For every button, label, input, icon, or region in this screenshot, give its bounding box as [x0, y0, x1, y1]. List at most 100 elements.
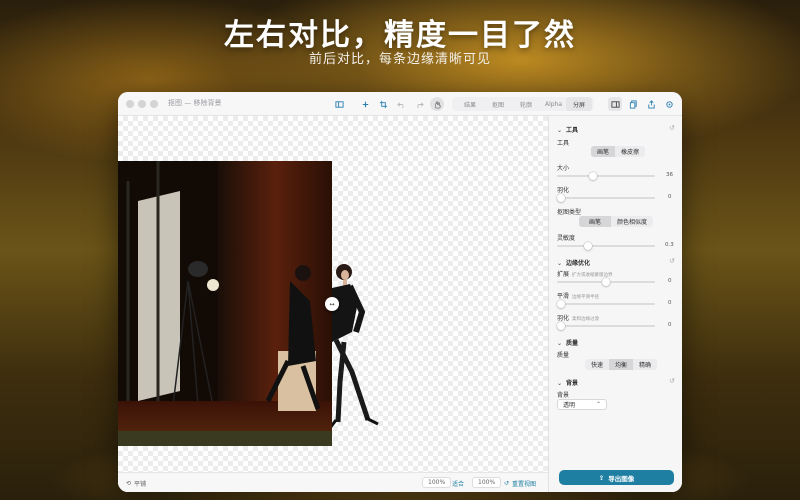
edge-section-header[interactable]: ⌄ 边缘优化	[557, 258, 590, 267]
sidebar-toggle-button[interactable]	[332, 97, 346, 111]
quality-balanced-option[interactable]: 均衡	[609, 359, 634, 370]
quality-section-header[interactable]: ⌄ 质量	[557, 338, 578, 347]
hero-subtitle: 前后对比，每条边缘清晰可见	[308, 52, 491, 67]
minimize-window-button[interactable]	[138, 100, 146, 108]
quality-fast-option[interactable]: 快速	[585, 359, 609, 370]
tile-toggle[interactable]: ⟲ 平铺	[126, 477, 146, 489]
expand-slider-knob[interactable]	[602, 278, 610, 286]
window-title: 抠图 — 移除背景	[168, 99, 222, 107]
tools-section-header[interactable]: ⌄ 工具	[557, 125, 578, 134]
tool-brush-option[interactable]: 画笔	[591, 146, 616, 157]
quality-label: 质量	[557, 352, 570, 359]
tolerance-slider-knob[interactable]	[584, 242, 592, 250]
reset-view-label: 重置视图	[512, 480, 537, 488]
smooth-slider-knob[interactable]	[557, 300, 565, 308]
matte-color-option[interactable]: 颜色相似度	[611, 216, 653, 227]
background-select-value: 透明	[563, 402, 576, 409]
image-canvas[interactable]: ↔	[118, 116, 548, 492]
tool-segmented: 画笔 橡皮擦	[591, 146, 646, 157]
copy-icon	[629, 99, 637, 109]
undo-button[interactable]	[394, 97, 408, 111]
zoom-left-field[interactable]: 100%	[422, 477, 452, 488]
feather-slider[interactable]	[557, 194, 655, 202]
quality-precise-option[interactable]: 精确	[633, 359, 657, 370]
size-slider[interactable]	[557, 172, 655, 180]
app-window: 抠图 — 移除背景 结果 抠图 轮廓 Alpha 分屏 ↔ ⟲ 平铺 100% …	[118, 92, 682, 492]
settings-button[interactable]	[662, 97, 676, 111]
undo-icon	[396, 101, 404, 108]
chevron-down-icon: ⌄	[557, 127, 563, 134]
tab-outline[interactable]: 轮廓	[516, 97, 536, 111]
edge-feather-slider[interactable]	[557, 322, 655, 330]
tolerance-value: 0.3	[665, 242, 674, 248]
smooth-slider[interactable]	[557, 300, 655, 308]
feather-label: 羽化	[557, 187, 570, 194]
close-window-button[interactable]	[126, 100, 134, 108]
expand-slider[interactable]	[557, 278, 655, 286]
export-icon: ⇪	[598, 473, 605, 482]
fit-button[interactable]: 适合	[452, 477, 464, 489]
tile-icon: ⟲	[126, 479, 132, 487]
view-mode-tabs: 结果 抠图 轮廓 Alpha 分屏	[452, 97, 594, 111]
tolerance-label: 灵敏度	[557, 235, 576, 242]
export-image-button[interactable]: ⇪ 导出图像	[559, 470, 674, 485]
background-section-header[interactable]: ⌄ 背景	[557, 378, 578, 387]
zoom-right-field[interactable]: 100%	[472, 477, 502, 488]
sidebar-icon	[334, 100, 344, 108]
inspector-panel: ⌄ 工具 ↺ 工具 画笔 橡皮擦 大小 36 羽化 0 抠图类型 画笔 颜色相似度…	[548, 116, 682, 492]
background-reset-icon[interactable]: ↺	[669, 377, 677, 385]
chevron-down-icon: ⌄	[557, 380, 563, 387]
matte-brush-option[interactable]: 画笔	[579, 216, 612, 227]
tool-label: 工具	[557, 140, 570, 147]
add-icon	[362, 101, 368, 107]
layout-button[interactable]	[608, 97, 622, 111]
add-button[interactable]	[358, 97, 372, 111]
edge-feather-label: 羽化 柔和边缘过渡	[557, 315, 600, 322]
split-divider-handle[interactable]: ↔	[325, 297, 339, 311]
share-icon	[647, 99, 655, 109]
zoom-window-button[interactable]	[150, 100, 158, 108]
size-label: 大小	[557, 165, 570, 172]
size-value: 36	[666, 172, 673, 178]
redo-button[interactable]	[412, 97, 426, 111]
title-bar: 抠图 — 移除背景 结果 抠图 轮廓 Alpha 分屏	[118, 92, 682, 116]
crop-icon	[379, 100, 387, 108]
background-label: 背景	[557, 392, 570, 399]
reset-view-button[interactable]: ↺ 重置视图	[504, 477, 536, 489]
tab-split[interactable]: 分屏	[566, 97, 592, 111]
tools-reset-icon[interactable]: ↺	[669, 124, 677, 132]
expand-label: 扩展 扩大或收缩蒙版边界	[557, 271, 613, 278]
redo-icon	[416, 101, 424, 108]
size-slider-knob[interactable]	[588, 172, 597, 180]
feather-slider-knob[interactable]	[557, 194, 565, 202]
chevron-down-icon: ⌄	[557, 340, 563, 347]
edge-reset-icon[interactable]: ↺	[669, 257, 677, 265]
matte-type-label: 抠图类型	[557, 209, 582, 216]
smooth-label: 平滑 边缘平滑半径	[557, 293, 600, 300]
tile-label: 平铺	[134, 480, 147, 488]
quality-segmented: 快速 均衡 精确	[585, 359, 658, 370]
crop-button[interactable]	[376, 97, 390, 111]
edge-feather-value: 0	[668, 322, 672, 328]
layout-icon	[610, 100, 620, 108]
edge-feather-slider-knob[interactable]	[557, 322, 565, 330]
hand-tool-button[interactable]	[430, 97, 444, 111]
tool-eraser-option[interactable]: 橡皮擦	[615, 146, 645, 157]
tab-alpha[interactable]: Alpha	[541, 97, 566, 111]
tab-result[interactable]: 结果	[460, 97, 480, 111]
expand-value: 0	[668, 278, 672, 284]
smooth-value: 0	[668, 300, 672, 306]
settings-icon	[665, 100, 673, 108]
copy-button[interactable]	[626, 97, 640, 111]
chevron-down-icon: ⌄	[557, 260, 563, 267]
feather-value: 0	[668, 194, 672, 200]
matte-type-segmented: 画笔 颜色相似度	[579, 216, 654, 227]
select-hand-icon	[434, 100, 441, 108]
share-button[interactable]	[644, 97, 658, 111]
cutout-subject	[332, 264, 379, 428]
tab-cutout[interactable]: 抠图	[488, 97, 508, 111]
background-select[interactable]: 透明 ⌃	[557, 399, 607, 410]
bottom-bar: ⟲ 平铺 100% 适合 100% ↺ 重置视图	[118, 472, 548, 492]
tolerance-slider[interactable]	[557, 242, 655, 250]
original-photo	[118, 161, 332, 446]
